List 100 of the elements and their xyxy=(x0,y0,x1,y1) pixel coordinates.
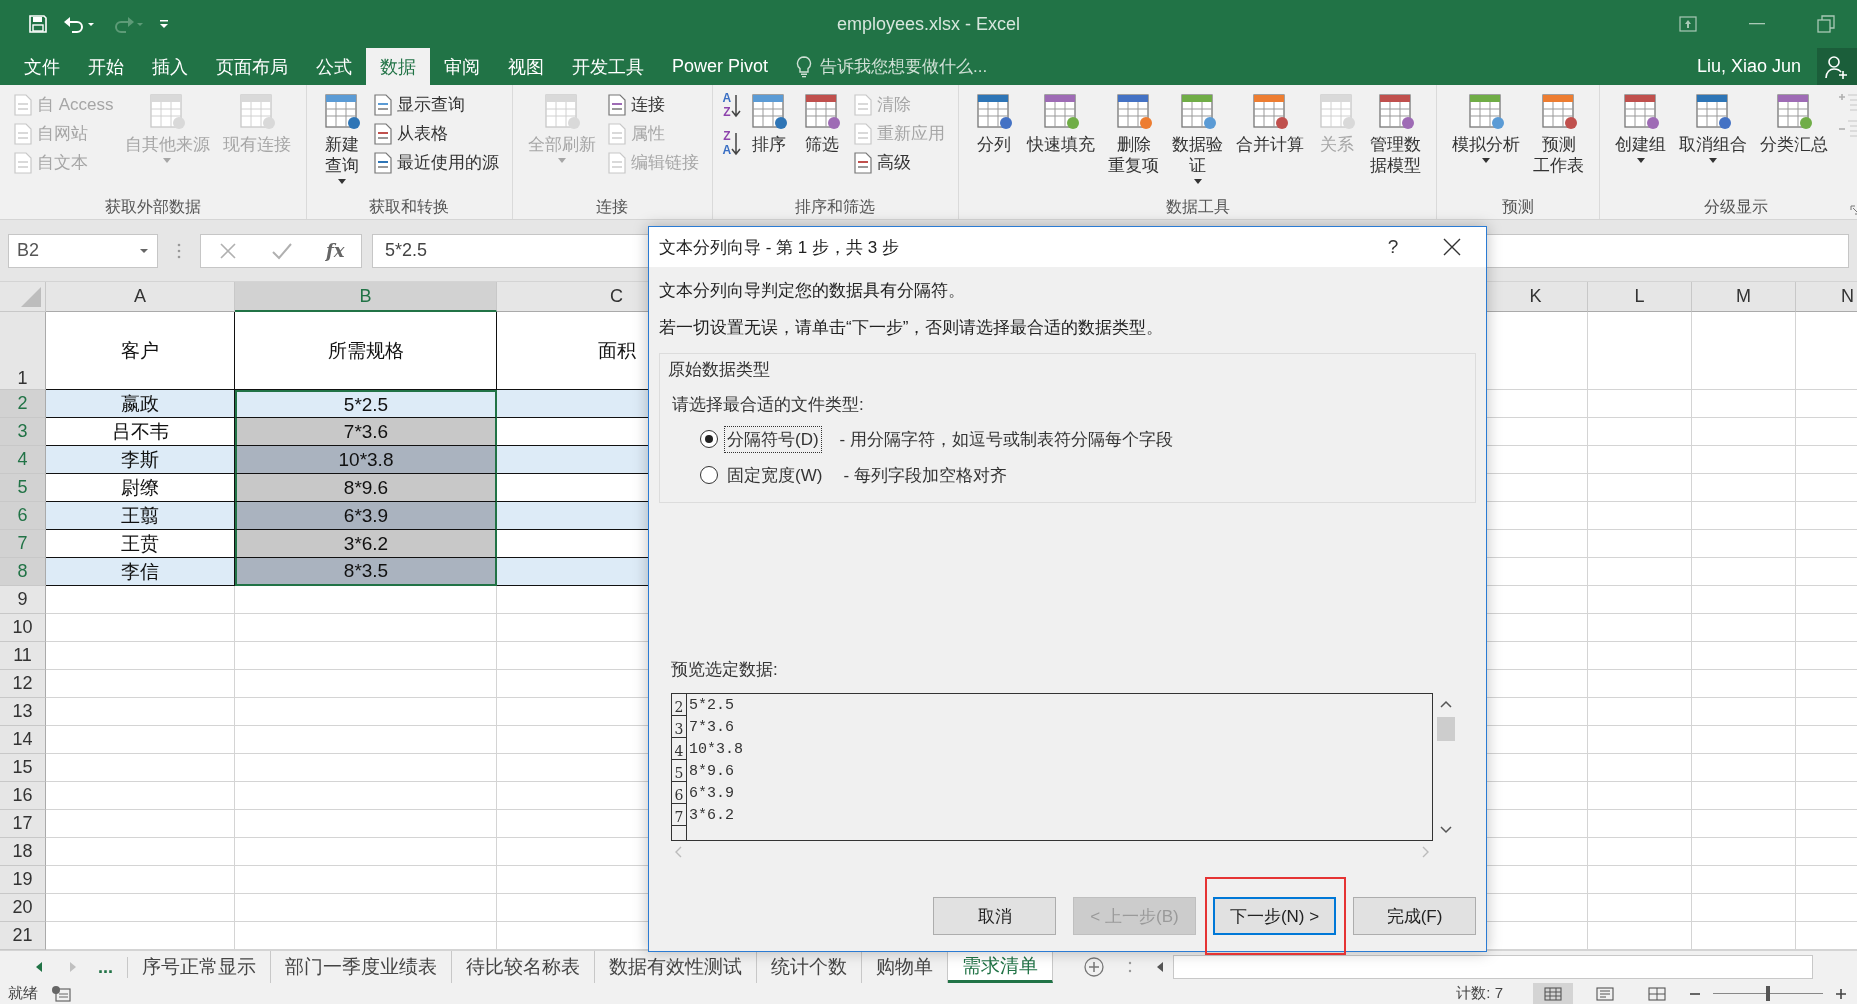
scroll-left-icon[interactable] xyxy=(1155,961,1165,973)
row-header[interactable]: 20 xyxy=(0,894,46,922)
undo-icon[interactable] xyxy=(62,14,96,34)
ribbon-button[interactable]: 模拟分析 xyxy=(1447,89,1526,167)
ribbon-button[interactable]: 显示查询 xyxy=(369,91,502,118)
row-header[interactable]: 8 xyxy=(0,558,46,586)
ribbon-display-icon[interactable] xyxy=(1679,16,1697,32)
ribbon-tab[interactable]: 文件 xyxy=(10,48,74,85)
ribbon-button[interactable]: 新建 查询 xyxy=(316,89,367,188)
scrollbar-track[interactable] xyxy=(1173,955,1813,979)
document-icon xyxy=(13,122,33,145)
row-header[interactable]: 2 xyxy=(0,390,46,418)
ribbon-tab[interactable]: 公式 xyxy=(302,48,366,85)
table-cell: 王翦 xyxy=(46,502,235,530)
dialog-button[interactable]: 取消 xyxy=(933,897,1056,935)
ribbon-button[interactable]: 分类汇总 xyxy=(1755,89,1834,157)
column-header[interactable]: N xyxy=(1796,282,1857,312)
sort-descending-button[interactable]: Z A xyxy=(722,129,742,159)
row-header[interactable]: 4 xyxy=(0,446,46,474)
ribbon-button[interactable]: 创建组 xyxy=(1610,89,1672,167)
row-header[interactable]: 17 xyxy=(0,810,46,838)
ribbon-tab[interactable]: 开始 xyxy=(74,48,138,85)
option-label[interactable]: 分隔符号(D) xyxy=(724,425,822,453)
insert-function-button[interactable]: fx xyxy=(325,240,345,261)
row-header[interactable]: 19 xyxy=(0,866,46,894)
normal-view-icon[interactable] xyxy=(1533,983,1573,1004)
document-icon xyxy=(372,122,393,145)
row-header[interactable]: 15 xyxy=(0,754,46,782)
ribbon-tab[interactable]: 开发工具 xyxy=(558,48,658,85)
ribbon-tab[interactable]: Power Pivot xyxy=(658,48,783,85)
ribbon-tab[interactable]: 数据 xyxy=(366,48,430,85)
column-header[interactable]: M xyxy=(1692,282,1796,312)
save-icon[interactable] xyxy=(28,14,48,34)
ribbon-button[interactable]: 排序 xyxy=(744,89,795,157)
column-header[interactable]: B xyxy=(235,282,497,312)
more-sheets-button[interactable]: ... xyxy=(90,956,128,978)
ribbon-button[interactable]: 删除 重复项 xyxy=(1103,89,1165,178)
row-number: 5 xyxy=(672,760,687,782)
ribbon-tab[interactable]: 页面布局 xyxy=(202,48,302,85)
tell-me-field[interactable]: 告诉我您想要做什么... xyxy=(818,55,1053,78)
spreadsheet-icon xyxy=(147,91,188,131)
ribbon-button[interactable]: 管理数 据模型 xyxy=(1365,89,1427,178)
spreadsheet-icon xyxy=(1317,91,1358,131)
row-header[interactable]: 16 xyxy=(0,782,46,810)
table-cell: 6*3.9 xyxy=(235,502,497,530)
minimize-icon[interactable] xyxy=(1749,22,1765,26)
ribbon-button[interactable]: 连接 xyxy=(603,91,702,118)
ribbon-button[interactable]: 预测 工作表 xyxy=(1528,89,1590,178)
ribbon-button[interactable]: 数据验 证 xyxy=(1167,89,1229,188)
caret-icon[interactable] xyxy=(158,18,170,30)
row-header[interactable]: 12 xyxy=(0,670,46,698)
restore-icon[interactable] xyxy=(1817,15,1835,33)
row-header[interactable]: 18 xyxy=(0,838,46,866)
cancel-icon[interactable] xyxy=(217,240,238,261)
caret-icon xyxy=(1708,157,1719,165)
ribbon-tab[interactable]: 审阅 xyxy=(430,48,494,85)
document-icon xyxy=(13,151,33,174)
row-header[interactable]: 1 xyxy=(0,312,46,390)
row-header[interactable]: 11 xyxy=(0,642,46,670)
dialog-button[interactable]: 完成(F) xyxy=(1353,897,1476,935)
ribbon-tab[interactable]: 插入 xyxy=(138,48,202,85)
ribbon-button[interactable]: 从表格 xyxy=(369,120,502,147)
name-box[interactable]: B2 xyxy=(8,233,158,268)
row-header[interactable]: 10 xyxy=(0,614,46,642)
row-header[interactable]: 9 xyxy=(0,586,46,614)
ribbon-button[interactable]: 筛选 xyxy=(797,89,848,157)
document-icon xyxy=(853,122,874,145)
radio-button[interactable] xyxy=(700,430,718,448)
row-header[interactable]: 14 xyxy=(0,726,46,754)
ribbon-button[interactable]: 快速填充 xyxy=(1022,89,1101,157)
ribbon-button[interactable]: 最近使用的源 xyxy=(369,149,502,176)
ribbon-button[interactable]: 分列 xyxy=(969,89,1020,157)
row-header[interactable]: 21 xyxy=(0,922,46,950)
zoom-in-icon[interactable] xyxy=(1835,987,1847,1000)
column-header[interactable]: L xyxy=(1588,282,1692,312)
group-label: 排序和筛选 xyxy=(795,196,876,217)
zoom-slider-thumb[interactable] xyxy=(1766,986,1770,1001)
ribbon-tab[interactable]: 视图 xyxy=(494,48,558,85)
ribbon-button[interactable]: 高级 xyxy=(850,149,949,176)
macro-record-icon[interactable] xyxy=(50,984,72,1003)
table-cell: 5*2.5 xyxy=(235,390,497,418)
dialog-launcher-icon[interactable] xyxy=(1850,205,1857,215)
add-sheet-icon[interactable] xyxy=(1083,956,1105,978)
sheet-tab[interactable]: 需求清单 xyxy=(948,951,1053,983)
share-icon[interactable] xyxy=(1817,48,1857,85)
ribbon-button[interactable]: 合并计算 xyxy=(1231,89,1310,157)
radio-button[interactable] xyxy=(700,466,718,484)
row-header[interactable]: 5 xyxy=(0,474,46,502)
row-header[interactable]: 7 xyxy=(0,530,46,558)
sort-ascending-button[interactable]: A Z xyxy=(722,91,742,121)
row-header[interactable]: 13 xyxy=(0,698,46,726)
dialog-button[interactable]: 下一步(N) > xyxy=(1213,897,1336,935)
option-label[interactable]: 固定宽度(W) xyxy=(724,461,826,489)
ribbon-button[interactable]: 取消组合 xyxy=(1674,89,1753,167)
document-icon xyxy=(853,93,874,116)
row-header[interactable]: 3 xyxy=(0,418,46,446)
option-prompt: 请选择最合适的文件类型: xyxy=(672,394,865,416)
row-header[interactable]: 6 xyxy=(0,502,46,530)
caret-icon xyxy=(139,246,149,255)
help-button[interactable]: ? xyxy=(1368,236,1418,258)
